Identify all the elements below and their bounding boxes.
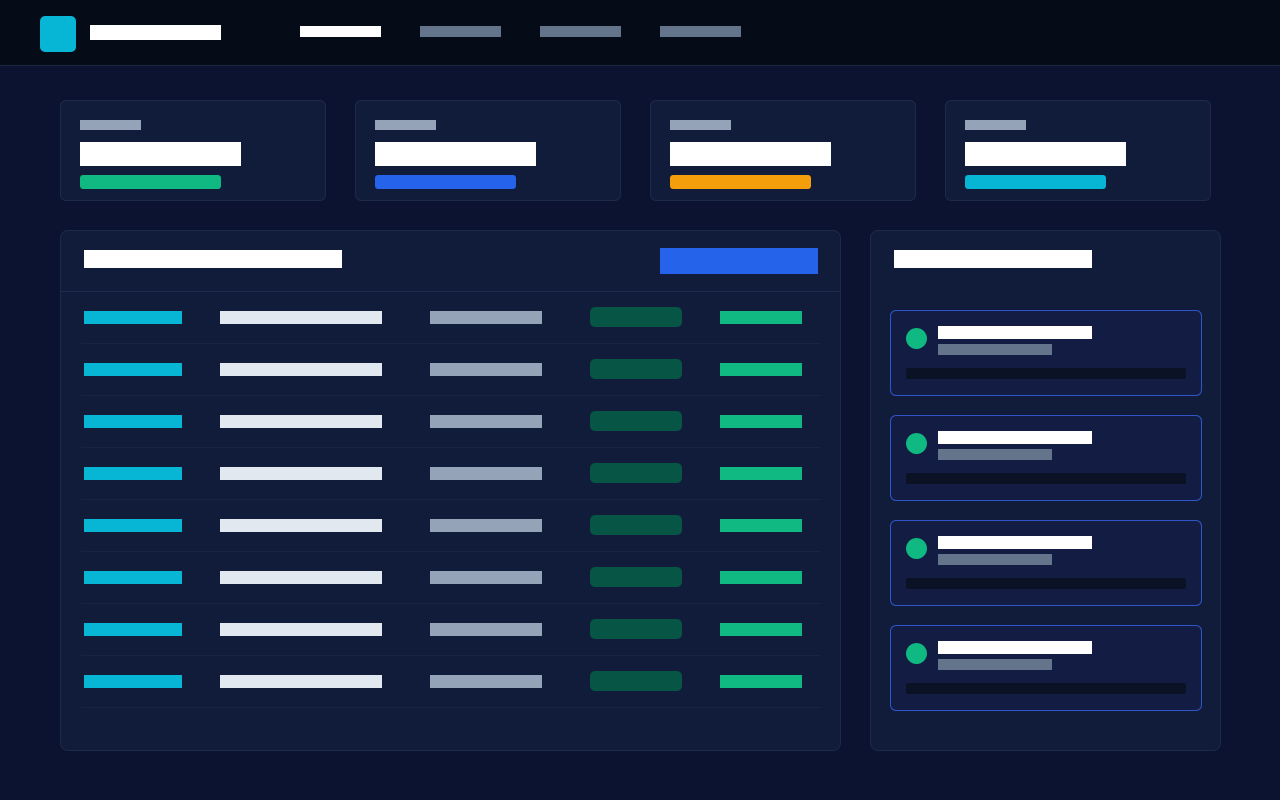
row-name <box>220 363 382 376</box>
stat-value <box>375 142 536 166</box>
row-meta <box>430 311 542 324</box>
row-id[interactable] <box>84 467 182 480</box>
row-name <box>220 571 382 584</box>
table-row[interactable] <box>81 604 821 656</box>
stat-card <box>355 100 621 201</box>
stat-accent-bar <box>375 175 516 189</box>
row-amount <box>720 311 802 324</box>
status-badge <box>590 515 682 535</box>
status-badge <box>590 567 682 587</box>
activity-item[interactable] <box>890 520 1202 606</box>
stat-value <box>80 142 241 166</box>
row-amount <box>720 519 802 532</box>
status-dot-icon <box>906 538 927 559</box>
activity-item-subtitle <box>938 659 1052 670</box>
stat-accent-bar <box>965 175 1106 189</box>
table-row[interactable] <box>81 656 821 708</box>
row-meta <box>430 467 542 480</box>
row-meta <box>430 415 542 428</box>
row-name <box>220 311 382 324</box>
table-title <box>84 250 342 268</box>
row-amount <box>720 415 802 428</box>
nav-item-2[interactable] <box>420 26 501 37</box>
row-meta <box>430 571 542 584</box>
app-title <box>90 25 221 40</box>
status-badge <box>590 671 682 691</box>
stat-label <box>965 120 1026 130</box>
status-badge <box>590 463 682 483</box>
status-dot-icon <box>906 643 927 664</box>
row-id[interactable] <box>84 623 182 636</box>
row-meta <box>430 363 542 376</box>
status-badge <box>590 359 682 379</box>
table-row[interactable] <box>81 292 821 344</box>
stat-card <box>650 100 916 201</box>
row-name <box>220 519 382 532</box>
activity-item[interactable] <box>890 310 1202 396</box>
activity-track <box>906 368 1186 379</box>
top-bar <box>0 0 1280 66</box>
activity-item-title <box>938 641 1092 654</box>
activity-track <box>906 578 1186 589</box>
stat-label <box>670 120 731 130</box>
row-amount <box>720 571 802 584</box>
status-dot-icon <box>906 433 927 454</box>
status-badge <box>590 411 682 431</box>
activity-item-title <box>938 536 1092 549</box>
row-meta <box>430 675 542 688</box>
stat-card <box>60 100 326 201</box>
row-amount <box>720 675 802 688</box>
status-badge <box>590 307 682 327</box>
row-name <box>220 415 382 428</box>
row-name <box>220 623 382 636</box>
stat-value <box>670 142 831 166</box>
row-id[interactable] <box>84 415 182 428</box>
row-meta <box>430 519 542 532</box>
activity-track <box>906 683 1186 694</box>
activity-item-title <box>938 326 1092 339</box>
status-badge <box>590 619 682 639</box>
nav-item-4[interactable] <box>660 26 741 37</box>
table-row[interactable] <box>81 500 821 552</box>
row-id[interactable] <box>84 519 182 532</box>
activity-item-subtitle <box>938 449 1052 460</box>
row-id[interactable] <box>84 311 182 324</box>
activity-panel <box>870 230 1221 751</box>
status-dot-icon <box>906 328 927 349</box>
activity-item[interactable] <box>890 415 1202 501</box>
row-name <box>220 467 382 480</box>
activity-item-subtitle <box>938 554 1052 565</box>
row-amount <box>720 467 802 480</box>
table-row[interactable] <box>81 396 821 448</box>
row-meta <box>430 623 542 636</box>
row-amount <box>720 363 802 376</box>
activity-item-title <box>938 431 1092 444</box>
table-action-button[interactable] <box>660 248 818 274</box>
stat-accent-bar <box>80 175 221 189</box>
app-logo-icon[interactable] <box>40 16 76 52</box>
stat-label <box>80 120 141 130</box>
table-panel <box>60 230 841 751</box>
activity-item-subtitle <box>938 344 1052 355</box>
table-row[interactable] <box>81 552 821 604</box>
row-id[interactable] <box>84 571 182 584</box>
table-row[interactable] <box>81 344 821 396</box>
activity-track <box>906 473 1186 484</box>
stat-value <box>965 142 1126 166</box>
stat-card <box>945 100 1211 201</box>
stat-accent-bar <box>670 175 811 189</box>
nav-item-1[interactable] <box>300 26 381 37</box>
activity-title <box>894 250 1092 268</box>
stat-label <box>375 120 436 130</box>
row-amount <box>720 623 802 636</box>
nav-item-3[interactable] <box>540 26 621 37</box>
row-id[interactable] <box>84 363 182 376</box>
row-id[interactable] <box>84 675 182 688</box>
activity-item[interactable] <box>890 625 1202 711</box>
table-row[interactable] <box>81 448 821 500</box>
row-name <box>220 675 382 688</box>
